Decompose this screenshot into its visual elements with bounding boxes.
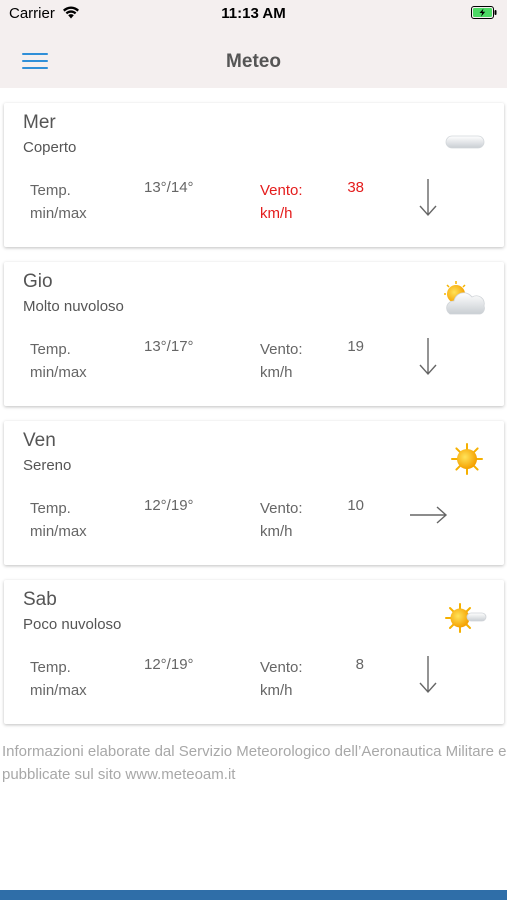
wind-arrow-south-icon [419,656,437,694]
temp-value: 12°/19° [144,497,194,514]
temp-label: Temp. min/max [30,341,87,381]
wind-speed: 10 [347,497,364,514]
forecast-card[interactable]: Gio Molto nuvoloso Temp. min/max 13°/17°… [4,262,504,406]
day-label: Ven [23,430,56,451]
wind-label: Vento: km/h [260,182,303,222]
mostly-cloudy-icon [444,281,485,315]
day-label: Gio [23,271,53,292]
overcast-icon [445,135,485,149]
temp-value: 13°/17° [144,338,194,355]
forecast-card[interactable]: Sab Poco nuvoloso Temp. min/max 12°/19° … [4,580,504,724]
temp-label: Temp. min/max [30,659,87,699]
day-label: Mer [23,112,56,133]
clock: 11:13 AM [221,5,286,22]
wind-arrow-south-icon [419,179,437,217]
wind-speed: 8 [355,656,364,673]
condition-label: Molto nuvoloso [23,298,124,315]
status-bar: Carrier 11:13 AM [0,0,507,28]
source-note: Informazioni elaborate dal Servizio Mete… [2,743,507,783]
wind-label: Vento: km/h [260,659,303,699]
temp-value: 13°/14° [144,179,194,196]
wind-speed: 19 [347,338,364,355]
wind-arrow-east-icon [410,506,448,524]
condition-label: Poco nuvoloso [23,616,122,633]
temp-label: Temp. min/max [30,182,87,222]
wind-speed: 38 [347,179,364,196]
forecast-card[interactable]: Ven Sereno Temp. min/max 12°/19° Vento: … [4,421,504,565]
day-label: Sab [23,589,57,610]
condition-label: Sereno [23,457,72,474]
temp-label: Temp. min/max [30,500,87,540]
nav-bar: Meteo [0,28,507,88]
temp-value: 12°/19° [144,656,194,673]
partly-cloudy-icon [445,603,487,633]
battery-charging-icon [471,6,497,19]
bottom-bar [0,890,507,900]
wind-arrow-south-icon [419,338,437,376]
condition-label: Coperto [23,139,77,156]
sun-icon [451,443,483,475]
forecast-card[interactable]: Mer Coperto Temp. min/max 13°/14° Vento:… [4,103,504,247]
wind-label: Vento: km/h [260,500,303,540]
wind-label: Vento: km/h [260,341,303,381]
forecast-list: Mer Coperto Temp. min/max 13°/14° Vento:… [4,103,504,739]
page-title: Meteo [226,51,281,72]
